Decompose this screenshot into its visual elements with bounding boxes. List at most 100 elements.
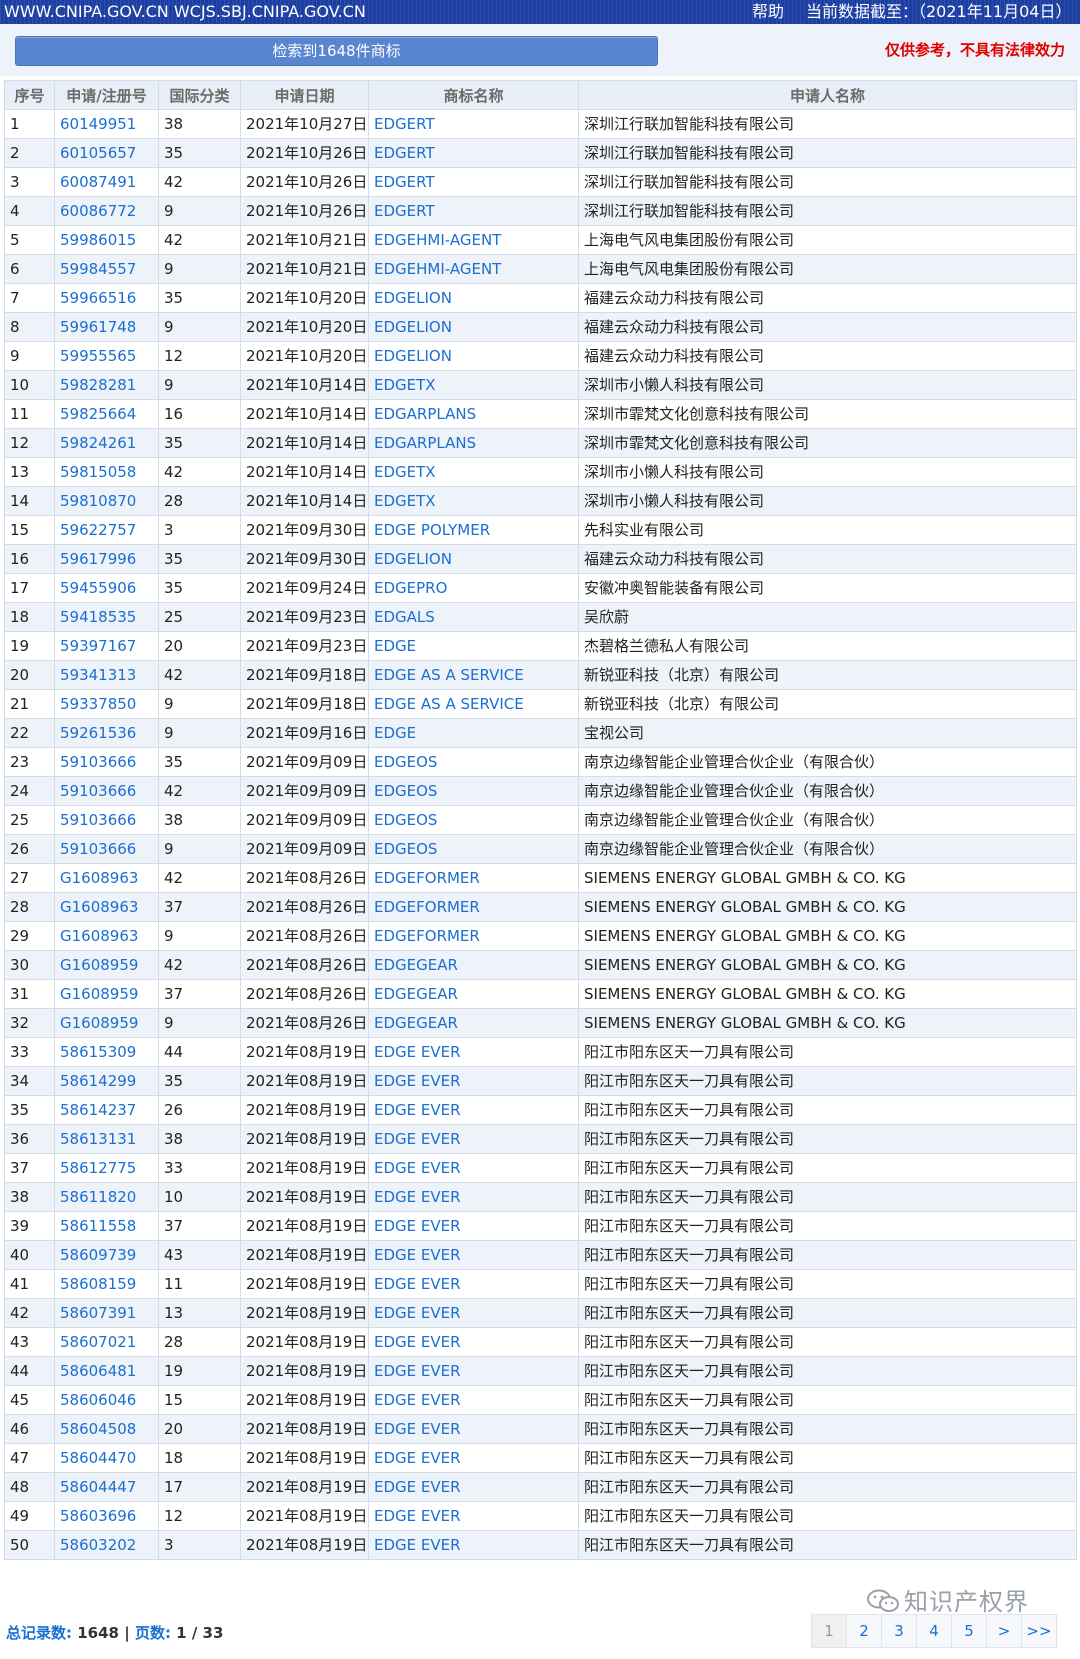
cell-reg-no[interactable]: 58607021 [54, 1327, 159, 1357]
cell-reg-no[interactable]: G1608963 [54, 921, 159, 951]
cell-reg-no[interactable]: 59341313 [54, 660, 159, 690]
cell-reg-no[interactable]: 58614299 [54, 1066, 159, 1096]
cell-reg-no[interactable]: 59103666 [54, 776, 159, 806]
page-link[interactable]: > [986, 1614, 1022, 1648]
cell-mark-name[interactable]: EDGE AS A SERVICE [368, 660, 579, 690]
cell-mark-name[interactable]: EDGERT [368, 138, 579, 168]
cell-mark-name[interactable]: EDGELION [368, 283, 579, 313]
cell-reg-no[interactable]: 59622757 [54, 515, 159, 545]
page-link[interactable]: 2 [846, 1614, 882, 1648]
cell-mark-name[interactable]: EDGEFORMER [368, 921, 579, 951]
cell-mark-name[interactable]: EDGARPLANS [368, 428, 579, 458]
cell-mark-name[interactable]: EDGE EVER [368, 1095, 579, 1125]
col-header-applicant[interactable]: 申请人名称 [578, 80, 1077, 110]
cell-mark-name[interactable]: EDGEHMI-AGENT [368, 254, 579, 284]
cell-mark-name[interactable]: EDGE EVER [368, 1240, 579, 1270]
cell-mark-name[interactable]: EDGE EVER [368, 1414, 579, 1444]
cell-reg-no[interactable]: 59828281 [54, 370, 159, 400]
cell-reg-no[interactable]: G1608963 [54, 863, 159, 893]
cell-reg-no[interactable]: 59815058 [54, 457, 159, 487]
cell-mark-name[interactable]: EDGEGEAR [368, 979, 579, 1009]
cell-mark-name[interactable]: EDGE EVER [368, 1298, 579, 1328]
cell-mark-name[interactable]: EDGE EVER [368, 1443, 579, 1473]
cell-reg-no[interactable]: 59261536 [54, 718, 159, 748]
cell-reg-no[interactable]: 60105657 [54, 138, 159, 168]
cell-mark-name[interactable]: EDGEFORMER [368, 892, 579, 922]
cell-reg-no[interactable]: G1608959 [54, 979, 159, 1009]
cell-mark-name[interactable]: EDGEOS [368, 747, 579, 777]
cell-mark-name[interactable]: EDGE EVER [368, 1182, 579, 1212]
cell-mark-name[interactable]: EDGE EVER [368, 1385, 579, 1415]
cell-reg-no[interactable]: 59824261 [54, 428, 159, 458]
col-header-class[interactable]: 国际分类 [158, 80, 241, 110]
cell-mark-name[interactable]: EDGE EVER [368, 1501, 579, 1531]
cell-reg-no[interactable]: 59103666 [54, 805, 159, 835]
cell-reg-no[interactable]: 59986015 [54, 225, 159, 255]
cell-mark-name[interactable]: EDGEOS [368, 805, 579, 835]
cell-reg-no[interactable]: 59984557 [54, 254, 159, 284]
cell-mark-name[interactable]: EDGE [368, 718, 579, 748]
cell-mark-name[interactable]: EDGARPLANS [368, 399, 579, 429]
cell-mark-name[interactable]: EDGERT [368, 109, 579, 139]
cell-mark-name[interactable]: EDGALS [368, 602, 579, 632]
cell-mark-name[interactable]: EDGE AS A SERVICE [368, 689, 579, 719]
cell-mark-name[interactable]: EDGE EVER [368, 1269, 579, 1299]
page-link[interactable]: 4 [916, 1614, 952, 1648]
cell-reg-no[interactable]: 58615309 [54, 1037, 159, 1067]
cell-mark-name[interactable]: EDGEOS [368, 834, 579, 864]
cell-reg-no[interactable]: 59418535 [54, 602, 159, 632]
cell-mark-name[interactable]: EDGEGEAR [368, 1008, 579, 1038]
cell-reg-no[interactable]: 58604470 [54, 1443, 159, 1473]
cell-reg-no[interactable]: 58604508 [54, 1414, 159, 1444]
cell-mark-name[interactable]: EDGEHMI-AGENT [368, 225, 579, 255]
cell-mark-name[interactable]: EDGEFORMER [368, 863, 579, 893]
cell-mark-name[interactable]: EDGELION [368, 341, 579, 371]
cell-reg-no[interactable]: 59455906 [54, 573, 159, 603]
cell-reg-no[interactable]: G1608959 [54, 1008, 159, 1038]
cell-mark-name[interactable]: EDGETX [368, 486, 579, 516]
cell-reg-no[interactable]: 58608159 [54, 1269, 159, 1299]
cell-reg-no[interactable]: 58606481 [54, 1356, 159, 1386]
cell-reg-no[interactable]: 59103666 [54, 834, 159, 864]
cell-reg-no[interactable]: 59825664 [54, 399, 159, 429]
result-count-button[interactable]: 检索到1648件商标 [15, 36, 658, 66]
help-link[interactable]: 帮助 [752, 0, 784, 24]
cell-reg-no[interactable]: 58611558 [54, 1211, 159, 1241]
cell-reg-no[interactable]: 60086772 [54, 196, 159, 226]
cell-reg-no[interactable]: 59961748 [54, 312, 159, 342]
cell-reg-no[interactable]: 58606046 [54, 1385, 159, 1415]
cell-mark-name[interactable]: EDGELION [368, 312, 579, 342]
cell-mark-name[interactable]: EDGE EVER [368, 1211, 579, 1241]
cell-mark-name[interactable]: EDGEOS [368, 776, 579, 806]
cell-reg-no[interactable]: 59617996 [54, 544, 159, 574]
cell-reg-no[interactable]: 58609739 [54, 1240, 159, 1270]
cell-mark-name[interactable]: EDGERT [368, 167, 579, 197]
col-header-mark-name[interactable]: 商标名称 [368, 80, 579, 110]
cell-reg-no[interactable]: 60087491 [54, 167, 159, 197]
cell-mark-name[interactable]: EDGE EVER [368, 1530, 579, 1560]
cell-reg-no[interactable]: 59397167 [54, 631, 159, 661]
cell-reg-no[interactable]: 58611820 [54, 1182, 159, 1212]
cell-reg-no[interactable]: G1608963 [54, 892, 159, 922]
cell-reg-no[interactable]: 59966516 [54, 283, 159, 313]
cell-reg-no[interactable]: 59810870 [54, 486, 159, 516]
cell-reg-no[interactable]: 58604447 [54, 1472, 159, 1502]
cell-reg-no[interactable]: 58612775 [54, 1153, 159, 1183]
page-link[interactable]: 3 [881, 1614, 917, 1648]
col-header-index[interactable]: 序号 [4, 80, 55, 110]
cell-mark-name[interactable]: EDGE POLYMER [368, 515, 579, 545]
cell-reg-no[interactable]: 60149951 [54, 109, 159, 139]
cell-mark-name[interactable]: EDGETX [368, 457, 579, 487]
cell-mark-name[interactable]: EDGE EVER [368, 1037, 579, 1067]
cell-mark-name[interactable]: EDGERT [368, 196, 579, 226]
cell-reg-no[interactable]: 59103666 [54, 747, 159, 777]
cell-mark-name[interactable]: EDGETX [368, 370, 579, 400]
cell-reg-no[interactable]: 58614237 [54, 1095, 159, 1125]
cell-mark-name[interactable]: EDGE EVER [368, 1066, 579, 1096]
cell-reg-no[interactable]: 59955565 [54, 341, 159, 371]
col-header-date[interactable]: 申请日期 [240, 80, 369, 110]
site-url[interactable]: WWW.CNIPA.GOV.CN WCJS.SBJ.CNIPA.GOV.CN [4, 0, 366, 24]
cell-mark-name[interactable]: EDGEPRO [368, 573, 579, 603]
cell-mark-name[interactable]: EDGE EVER [368, 1327, 579, 1357]
page-link[interactable]: >> [1021, 1614, 1057, 1648]
